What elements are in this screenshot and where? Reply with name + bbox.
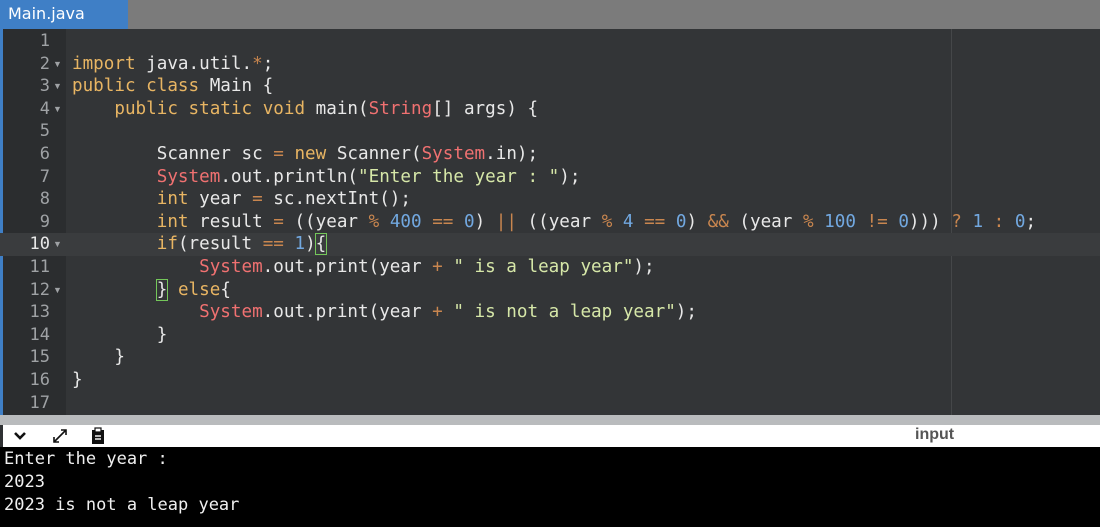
- line-number: 7: [39, 166, 50, 187]
- code-text: if(result == 1){: [156, 233, 328, 256]
- input-tab-label[interactable]: input: [915, 426, 954, 444]
- code-text: System.out.print(year + " is not a leap …: [199, 302, 697, 323]
- code-line-8[interactable]: 8 int year = sc.nextInt();: [0, 188, 1100, 211]
- console-line: Enter the year :: [4, 449, 168, 469]
- console-line: 2023: [4, 472, 45, 492]
- line-number: 11: [29, 257, 50, 277]
- code-text: } else{: [155, 278, 231, 301]
- code-line-10-active[interactable]: 10 ▼ if(result == 1){: [0, 233, 1100, 256]
- line-number: 4: [39, 98, 50, 119]
- code-text: import java.util.*;: [72, 53, 274, 74]
- fold-toggle-icon[interactable]: ▼: [53, 75, 62, 98]
- code-line-7[interactable]: 7 System.out.println("Enter the year : "…: [0, 166, 1100, 189]
- code-line-14[interactable]: 14 }: [0, 324, 1100, 347]
- expand-arrows-icon[interactable]: [51, 427, 69, 445]
- console-output[interactable]: Enter the year : 2023 2023 is not a leap…: [0, 447, 1100, 527]
- code-text: }: [72, 370, 83, 390]
- line-number: 1: [39, 31, 50, 51]
- code-text: int result = ((year % 400 == 0) || ((yea…: [156, 211, 1037, 232]
- line-number: 9: [39, 211, 50, 232]
- code-text: System.out.println("Enter the year : ");: [156, 166, 581, 187]
- code-editor[interactable]: 1 2 ▼ import java.util.*; 3 ▼ public cla…: [0, 29, 1100, 415]
- code-line-1[interactable]: 1: [0, 30, 1100, 53]
- code-text: }: [72, 324, 168, 345]
- code-text: }: [72, 347, 125, 368]
- line-number: 13: [29, 302, 50, 323]
- code-line-16[interactable]: 16 }: [0, 369, 1100, 392]
- line-number: 5: [39, 121, 50, 142]
- code-line-12[interactable]: 12 ▼ } else{: [0, 278, 1100, 302]
- code-line-3[interactable]: 3 ▼ public class Main {: [0, 75, 1100, 98]
- line-number: 15: [29, 347, 50, 368]
- code-line-17[interactable]: 17: [0, 392, 1100, 415]
- line-number: 8: [39, 189, 50, 210]
- code-text: System.out.print(year + " is a leap year…: [199, 257, 655, 277]
- code-line-13[interactable]: 13 System.out.print(year + " is not a le…: [0, 301, 1100, 324]
- code-line-15[interactable]: 15 }: [0, 346, 1100, 369]
- panel-splitter[interactable]: [0, 415, 1100, 425]
- collapse-chevron-icon[interactable]: [11, 427, 29, 445]
- line-number: 6: [39, 144, 50, 164]
- line-number: 3: [39, 76, 50, 97]
- copy-clipboard-icon[interactable]: [89, 427, 107, 445]
- line-number: 14: [29, 324, 50, 345]
- line-number: 16: [29, 370, 50, 390]
- fold-toggle-icon[interactable]: ▼: [53, 279, 62, 302]
- fold-toggle-icon[interactable]: ▼: [53, 233, 62, 256]
- line-number: 2: [39, 53, 50, 74]
- code-text: Scanner sc = new Scanner(System.in);: [72, 144, 539, 164]
- code-text: int year = sc.nextInt();: [156, 189, 411, 210]
- line-number: 17: [29, 392, 50, 413]
- fold-toggle-icon[interactable]: ▼: [53, 53, 62, 76]
- line-number: 10: [29, 234, 50, 255]
- line-number: 12: [29, 279, 50, 300]
- fold-toggle-icon[interactable]: ▼: [53, 98, 62, 121]
- code-line-11[interactable]: 11 System.out.print(year + " is a leap y…: [0, 256, 1100, 279]
- code-text: public static void main(String[] args) {: [114, 98, 539, 119]
- code-line-4[interactable]: 4 ▼ public static void main(String[] arg…: [0, 98, 1100, 121]
- tab-main-java[interactable]: Main.java: [0, 0, 128, 29]
- code-line-5[interactable]: 5: [0, 120, 1100, 143]
- console-toolbar: input: [3, 425, 1100, 447]
- code-line-9[interactable]: 9 int result = ((year % 400 == 0) || ((y…: [0, 211, 1100, 234]
- code-line-6[interactable]: 6 Scanner sc = new Scanner(System.in);: [0, 143, 1100, 166]
- console-line: 2023 is not a leap year: [4, 495, 240, 515]
- tab-bar: Main.java: [0, 0, 1100, 29]
- code-text: public class Main {: [72, 76, 274, 97]
- code-line-2[interactable]: 2 ▼ import java.util.*;: [0, 53, 1100, 76]
